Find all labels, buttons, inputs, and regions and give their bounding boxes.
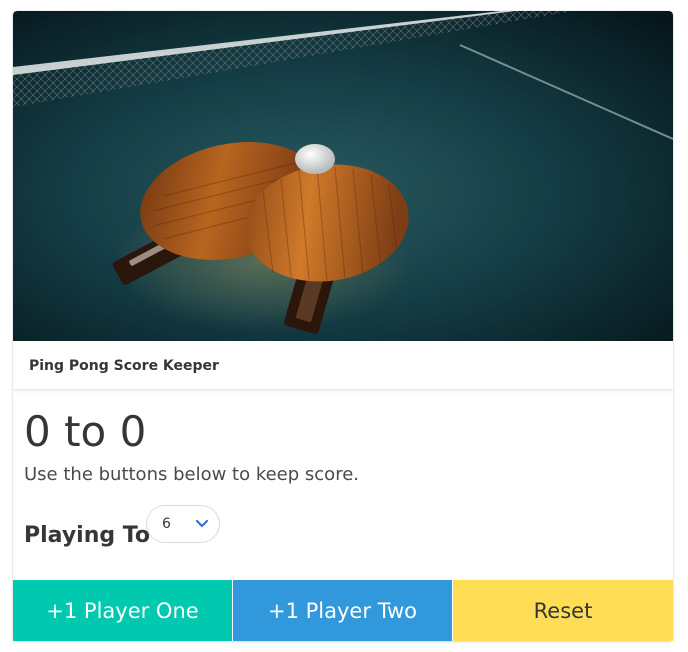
chevron-down-icon (195, 519, 209, 528)
player-two-button[interactable]: +1 Player Two (233, 580, 452, 641)
player-one-button[interactable]: +1 Player One (13, 580, 232, 641)
reset-button[interactable]: Reset (453, 580, 673, 641)
instructions-text: Use the buttons below to keep score. (24, 464, 359, 485)
playing-to-select[interactable]: 6 (146, 505, 220, 543)
card-image (13, 11, 673, 341)
ping-pong-photo (13, 11, 673, 341)
playing-to-value: 6 (162, 516, 171, 532)
card-footer: +1 Player One +1 Player Two Reset (13, 580, 673, 641)
playing-to-label: Playing To (24, 523, 150, 548)
score-display: 0 to 0 (24, 407, 147, 456)
card-header-title: Ping Pong Score Keeper (29, 358, 219, 374)
card-header: Ping Pong Score Keeper (13, 341, 673, 389)
